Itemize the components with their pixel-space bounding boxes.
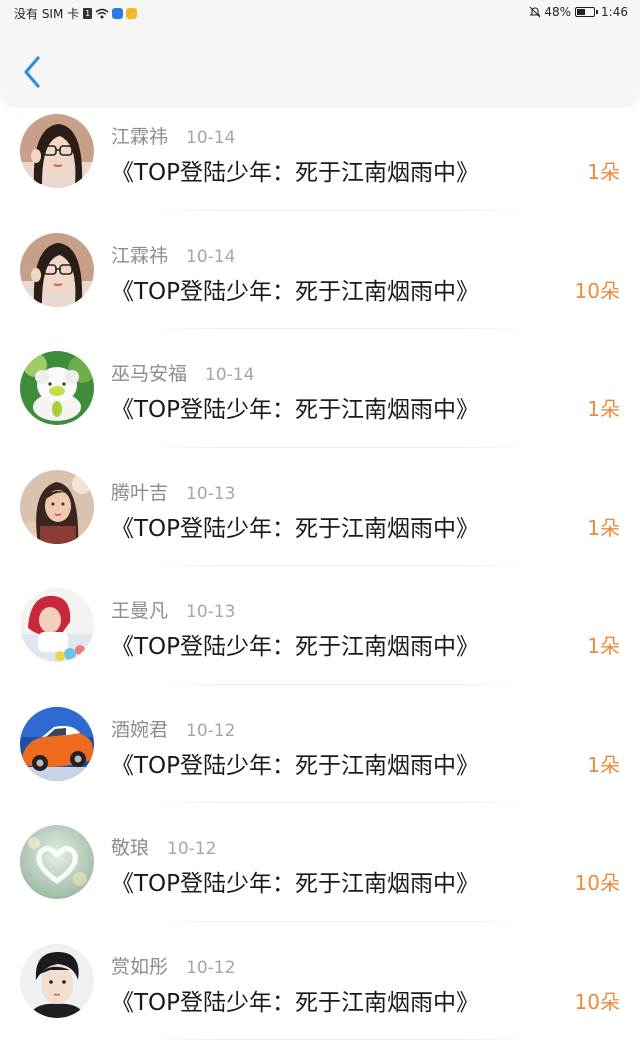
- gift-amount: 1朵: [587, 156, 620, 185]
- user-name: 王曼凡: [111, 600, 168, 622]
- item-meta: 腾叶吉 10-13: [111, 478, 235, 505]
- book-title: 《TOP登陆少年：死于江南烟雨中》: [111, 272, 479, 306]
- item-date: 10-14: [205, 365, 254, 385]
- item-meta: 江霖祎 10-14: [111, 122, 235, 149]
- clock-time: 1:46: [601, 5, 628, 19]
- divider: [150, 1039, 530, 1040]
- item-meta: 王曼凡 10-13: [111, 596, 235, 623]
- battery-percent: 48%: [544, 5, 571, 19]
- list-item-8[interactable]: 赏如彤 10-12 《TOP登陆少年：死于江南烟雨中》 10朵: [0, 936, 640, 1054]
- avatar-avatar-orange-car[interactable]: [20, 707, 94, 781]
- divider: [150, 447, 530, 448]
- item-meta: 巫马安福 10-14: [111, 359, 254, 386]
- user-name: 巫马安福: [111, 363, 187, 385]
- list-item-2[interactable]: 江霖祎 10-14 《TOP登陆少年：死于江南烟雨中》 10朵: [0, 225, 640, 344]
- user-name: 腾叶吉: [111, 482, 168, 504]
- book-title: 《TOP登陆少年：死于江南烟雨中》: [111, 627, 479, 661]
- list-item-7[interactable]: 敬琅 10-12 《TOP登陆少年：死于江南烟雨中》 10朵: [0, 817, 640, 936]
- user-name: 敬琅: [111, 837, 149, 859]
- chevron-left-icon: [16, 52, 48, 92]
- user-name: 江霖祎: [111, 126, 168, 148]
- book-title: 《TOP登陆少年：死于江南烟雨中》: [111, 390, 479, 424]
- avatar-avatar-girl-flowers[interactable]: [20, 470, 94, 544]
- item-date: 10-14: [186, 128, 235, 148]
- item-date: 10-12: [167, 839, 216, 859]
- status-left: 没有 SIM 卡 1: [14, 5, 137, 22]
- app-notification-yellow-icon: [126, 8, 137, 19]
- user-name: 江霖祎: [111, 245, 168, 267]
- gift-amount: 1朵: [587, 749, 620, 778]
- carrier-text: 没有 SIM 卡: [14, 5, 79, 22]
- battery-icon: [575, 7, 595, 17]
- list-item-6[interactable]: 酒婉君 10-12 《TOP登陆少年：死于江南烟雨中》 1朵: [0, 699, 640, 818]
- back-button[interactable]: [16, 52, 48, 92]
- gift-amount: 1朵: [587, 630, 620, 659]
- book-title: 《TOP登陆少年：死于江南烟雨中》: [111, 864, 479, 898]
- user-name: 赏如彤: [111, 956, 168, 978]
- bell-muted-icon: [529, 6, 541, 18]
- item-date: 10-13: [186, 484, 235, 504]
- divider: [150, 328, 530, 329]
- item-meta: 赏如彤 10-12: [111, 952, 235, 979]
- gift-amount: 10朵: [575, 986, 620, 1015]
- gift-record-list: 江霖祎 10-14 《TOP登陆少年：死于江南烟雨中》 1朵 江霖祎 10-14 《…: [0, 106, 640, 1054]
- avatar-avatar-girl-red[interactable]: [20, 588, 94, 662]
- status-bar: 没有 SIM 卡 1 48% 1:46: [0, 0, 640, 26]
- item-meta: 敬琅 10-12: [111, 833, 216, 860]
- list-item-5[interactable]: 王曼凡 10-13 《TOP登陆少年：死于江南烟雨中》 1朵: [0, 580, 640, 699]
- divider: [150, 921, 530, 922]
- item-meta: 酒婉君 10-12: [111, 715, 235, 742]
- divider: [150, 802, 530, 803]
- item-meta: 江霖祎 10-14: [111, 241, 235, 268]
- gift-amount: 10朵: [575, 867, 620, 896]
- app-notification-blue-icon: [112, 8, 123, 19]
- list-item-3[interactable]: 巫马安福 10-14 《TOP登陆少年：死于江南烟雨中》 1朵: [0, 343, 640, 462]
- divider: [150, 565, 530, 566]
- book-title: 《TOP登陆少年：死于江南烟雨中》: [111, 746, 479, 780]
- gift-amount: 1朵: [587, 512, 620, 541]
- gift-amount: 10朵: [575, 275, 620, 304]
- avatar-avatar-girl-glasses[interactable]: [20, 114, 94, 188]
- item-date: 10-12: [186, 958, 235, 978]
- avatar-avatar-white-toy[interactable]: [20, 351, 94, 425]
- avatar-avatar-boy[interactable]: [20, 944, 94, 1018]
- sim-icon: 1: [83, 8, 92, 19]
- book-title: 《TOP登陆少年：死于江南烟雨中》: [111, 509, 479, 543]
- list-item-4[interactable]: 腾叶吉 10-13 《TOP登陆少年：死于江南烟雨中》 1朵: [0, 462, 640, 581]
- wifi-icon: [95, 8, 109, 19]
- book-title: 《TOP登陆少年：死于江南烟雨中》: [111, 153, 479, 187]
- item-date: 10-12: [186, 721, 235, 741]
- top-bar: [0, 26, 640, 106]
- user-name: 酒婉君: [111, 719, 168, 741]
- book-title: 《TOP登陆少年：死于江南烟雨中》: [111, 983, 479, 1017]
- item-date: 10-13: [186, 602, 235, 622]
- avatar-avatar-girl-glasses[interactable]: [20, 233, 94, 307]
- status-right: 48% 1:46: [529, 5, 628, 19]
- divider: [150, 210, 530, 211]
- divider: [150, 684, 530, 685]
- gift-amount: 1朵: [587, 393, 620, 422]
- list-item-1[interactable]: 江霖祎 10-14 《TOP登陆少年：死于江南烟雨中》 1朵: [0, 106, 640, 225]
- avatar-avatar-heart[interactable]: [20, 825, 94, 899]
- item-date: 10-14: [186, 247, 235, 267]
